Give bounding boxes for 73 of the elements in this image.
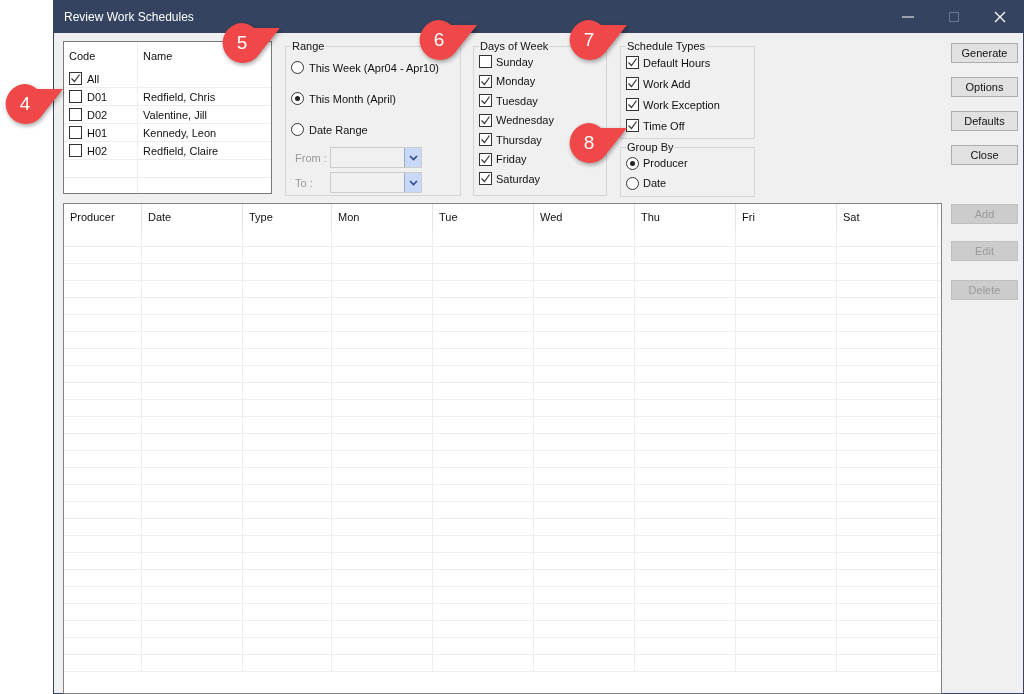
checkbox[interactable] <box>479 74 492 88</box>
checkbox[interactable] <box>626 119 639 132</box>
column-header[interactable]: Sat <box>837 204 938 230</box>
callout-badge: 5 <box>220 20 282 66</box>
checkbox[interactable] <box>479 55 492 69</box>
checkbox[interactable] <box>479 172 492 186</box>
producer-name: Valentine, Jill <box>143 108 207 121</box>
checkbox-label: Saturday <box>496 172 541 185</box>
checkbox[interactable] <box>479 133 492 147</box>
producer-name: Kennedy, Leon <box>143 126 217 139</box>
column-header[interactable]: Date <box>142 204 243 230</box>
column-header[interactable]: Producer <box>64 204 142 230</box>
maximize-icon <box>949 12 959 22</box>
radio-label: This Month (April) <box>309 92 396 105</box>
producer-name: Redfield, Chris <box>143 90 216 103</box>
producer-code: D02 <box>87 108 108 121</box>
radio-button[interactable] <box>626 176 639 190</box>
radio-button[interactable] <box>626 156 639 170</box>
dialog-button[interactable]: Close <box>951 145 1018 165</box>
checkbox-label: Sunday <box>496 55 534 68</box>
checkbox[interactable] <box>626 56 639 69</box>
radio-label: Date <box>643 177 667 189</box>
checkbox[interactable] <box>69 90 82 103</box>
column-header[interactable]: Type <box>243 204 332 230</box>
checkbox[interactable] <box>479 152 492 166</box>
checkbox[interactable] <box>479 94 492 108</box>
dialog-button[interactable]: Generate <box>951 43 1018 63</box>
column-header[interactable]: Name <box>143 50 173 62</box>
window-title: Review Work Schedules <box>64 10 195 24</box>
group-title: Range <box>291 40 326 52</box>
chevron-down-icon <box>408 179 418 186</box>
column-header[interactable]: Thu <box>635 204 736 230</box>
producer-name: Redfield, Claire <box>143 144 219 157</box>
checkbox[interactable] <box>69 126 82 139</box>
group-title: Days of Week <box>479 40 550 52</box>
checkbox[interactable] <box>626 77 639 90</box>
producer-code: H01 <box>87 126 108 139</box>
radio-label: Producer <box>643 157 688 169</box>
checkbox[interactable] <box>69 144 82 157</box>
dialog-button[interactable]: Defaults <box>951 111 1018 131</box>
column-header[interactable]: Tue <box>433 204 534 230</box>
column-header[interactable]: Wed <box>534 204 635 230</box>
close-icon <box>994 11 1006 23</box>
producer-code: H02 <box>87 144 108 157</box>
radio-label: Date Range <box>309 123 368 136</box>
group-title: Group By <box>626 141 675 153</box>
checkbox[interactable] <box>479 113 492 127</box>
checkbox-label: Work Add <box>643 77 691 90</box>
checkbox-label: Default Hours <box>643 56 711 69</box>
callout-badge: 4 <box>3 81 65 127</box>
checkbox[interactable] <box>69 108 82 121</box>
from-label: From : <box>294 151 328 164</box>
checkbox-label: Monday <box>496 75 536 88</box>
checkbox[interactable] <box>626 98 639 111</box>
checkbox-label: Work Exception <box>643 98 720 111</box>
dialog-button[interactable]: Options <box>951 77 1018 97</box>
checkbox[interactable] <box>69 72 82 85</box>
callout-badge: 6 <box>417 17 479 63</box>
column-header[interactable]: Mon <box>332 204 433 230</box>
radio-label: This Week (Apr04 - Apr10) <box>309 61 439 74</box>
column-header[interactable]: Fri <box>736 204 837 230</box>
chevron-down-icon <box>408 154 418 161</box>
checkbox-label: Thursday <box>496 133 542 146</box>
checkbox-label: Time Off <box>643 119 685 132</box>
callout-badge: 7 <box>567 17 629 63</box>
group-title: Schedule Types <box>626 40 707 52</box>
checkbox-label: Wednesday <box>496 114 554 127</box>
to-label: To : <box>294 176 314 189</box>
producer-code: All <box>87 72 100 85</box>
checkbox-label: Friday <box>496 153 527 166</box>
checkbox-label: Tuesday <box>496 94 538 107</box>
column-header[interactable]: Code <box>69 50 96 62</box>
producer-code: D01 <box>87 90 108 103</box>
